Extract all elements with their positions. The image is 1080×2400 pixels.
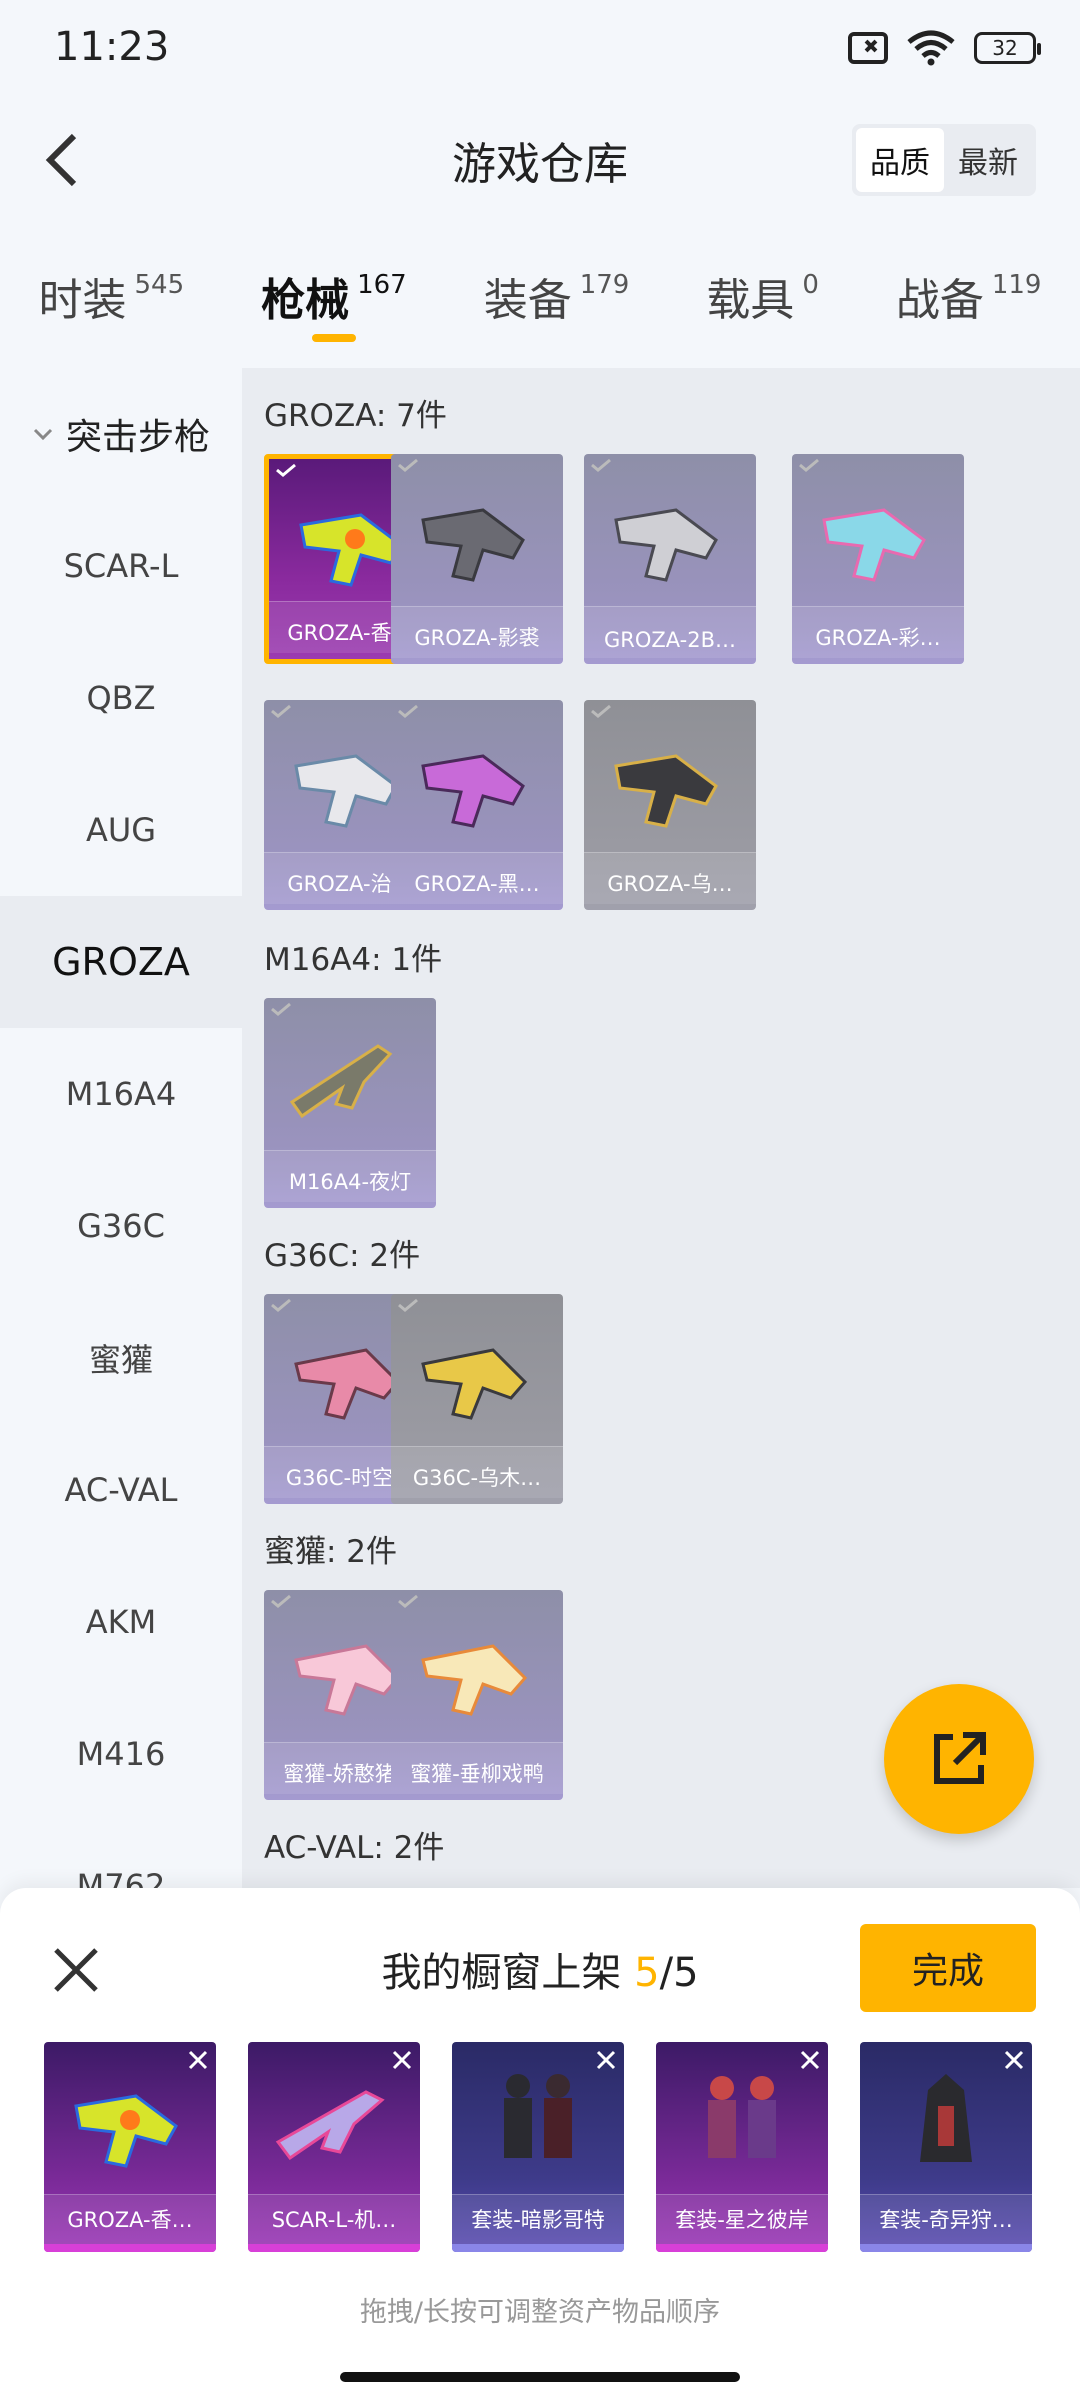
weapon-card[interactable]: GROZA-黑…	[391, 700, 563, 910]
outfit-image	[708, 2076, 776, 2158]
sidebar-item-honey-badger[interactable]: 蜜獾	[0, 1292, 242, 1424]
weapon-grid: GROZA: 7件 7级 GROZA-香… GROZA-影裘 GROZA-2B……	[242, 368, 1080, 1888]
battery-icon: 32	[974, 32, 1041, 64]
status-bar: 11:23 32	[0, 0, 1080, 100]
outfit-image	[920, 2074, 972, 2162]
sort-newest[interactable]: 最新	[944, 128, 1032, 192]
check-icon	[271, 1594, 291, 1608]
gun-skin-image	[614, 754, 718, 828]
sheet-hint: 拖拽/长按可调整资产物品顺序	[359, 2297, 721, 2328]
external-link-icon	[934, 1732, 986, 1784]
status-time: 11:23	[54, 24, 170, 70]
weapon-card[interactable]: GROZA-影裘	[391, 454, 563, 664]
check-icon	[591, 458, 611, 472]
check-icon	[398, 458, 418, 472]
weapon-category-sidebar: 突击步枪 SCAR-L QBZ AUG GROZA M16A4 G36C 蜜獾 …	[0, 368, 242, 1888]
section-title-groza: GROZA: 7件	[264, 398, 447, 434]
sidebar-item-m416[interactable]: M416	[0, 1688, 242, 1820]
tab-guns[interactable]: 枪械 167	[261, 250, 407, 350]
check-icon	[276, 463, 296, 477]
check-icon	[591, 704, 611, 718]
sidebar-item-qbz[interactable]: QBZ	[0, 632, 242, 764]
weapon-card[interactable]: GROZA-乌…	[584, 700, 756, 910]
weapon-card[interactable]: 蜜獾-垂柳戏鸭	[391, 1590, 563, 1800]
showcase-item[interactable]: GROZA-香…	[44, 2042, 216, 2252]
weapon-card[interactable]: GROZA-彩…	[792, 454, 964, 664]
check-icon	[271, 1298, 291, 1312]
section-title-honey-badger: 蜜獾: 2件	[264, 1534, 398, 1570]
sidebar-item-aug[interactable]: AUG	[0, 764, 242, 896]
gun-skin-image	[421, 508, 525, 582]
gun-skin-image	[614, 508, 718, 582]
gun-skin-image	[275, 2090, 385, 2161]
chevron-down-icon	[33, 428, 53, 441]
check-icon	[799, 458, 819, 472]
gun-skin-image	[289, 1044, 393, 1119]
sidebar-item-scar-l[interactable]: SCAR-L	[0, 500, 242, 632]
showcase-item[interactable]: 套装-暗影哥特	[452, 2042, 624, 2252]
tab-supplies[interactable]: 战备 119	[896, 250, 1042, 350]
tab-vehicles[interactable]: 载具 0	[706, 250, 819, 350]
section-title-ac-val: AC-VAL: 2件	[264, 1830, 445, 1866]
showcase-count: 5	[634, 1950, 660, 1996]
no-sim-icon	[848, 32, 888, 64]
sort-toggle: 品质 最新	[852, 124, 1036, 196]
sidebar-item-m16a4[interactable]: M16A4	[0, 1028, 242, 1160]
sidebar-item-groza[interactable]: GROZA	[0, 896, 242, 1028]
gun-skin-image	[74, 2094, 178, 2168]
gun-skin-image	[421, 754, 525, 828]
check-icon	[398, 1594, 418, 1608]
weapon-card[interactable]: G36C-乌木…	[391, 1294, 563, 1504]
section-title-m16a4: M16A4: 1件	[264, 942, 443, 978]
check-icon	[271, 1002, 291, 1016]
check-icon	[398, 704, 418, 718]
section-title-g36c: G36C: 2件	[264, 1238, 421, 1274]
category-tabs: 时装 545 枪械 167 装备 179 载具 0 战备 119	[0, 250, 1080, 350]
showcase-sheet: 我的橱窗上架 5/5 完成 GROZA-香… SCAR-L-机… 套装-暗影哥特…	[0, 1888, 1080, 2400]
tab-equipment[interactable]: 装备 179	[484, 250, 630, 350]
check-icon	[271, 704, 291, 718]
home-indicator[interactable]	[340, 2372, 740, 2382]
gun-skin-image	[421, 1644, 528, 1716]
weapon-card[interactable]: M16A4-夜灯	[264, 998, 436, 1208]
wifi-icon	[907, 30, 955, 66]
header: 游戏仓库 品质 最新	[0, 100, 1080, 220]
done-button[interactable]: 完成	[860, 1924, 1036, 2012]
outfit-image	[504, 2074, 572, 2158]
showcase-item[interactable]: 套装-奇异狩…	[860, 2042, 1032, 2252]
sort-quality[interactable]: 品质	[856, 128, 944, 192]
showcase-item[interactable]: 套装-星之彼岸	[656, 2042, 828, 2252]
weapon-card[interactable]: GROZA-2B…	[584, 454, 756, 664]
sidebar-item-akm[interactable]: AKM	[0, 1556, 242, 1688]
sidebar-item-g36c[interactable]: G36C	[0, 1160, 242, 1292]
sidebar-group-assault-rifles[interactable]: 突击步枪	[0, 368, 242, 500]
showcase-item[interactable]: SCAR-L-机…	[248, 2042, 420, 2252]
check-icon	[398, 1298, 418, 1312]
gun-skin-image	[822, 508, 926, 582]
gun-skin-image	[421, 1348, 528, 1420]
sidebar-item-ac-val[interactable]: AC-VAL	[0, 1424, 242, 1556]
sidebar-item-m762[interactable]: M762	[0, 1820, 242, 1888]
share-fab[interactable]	[884, 1684, 1034, 1834]
tab-fashion[interactable]: 时装 545	[38, 250, 184, 350]
